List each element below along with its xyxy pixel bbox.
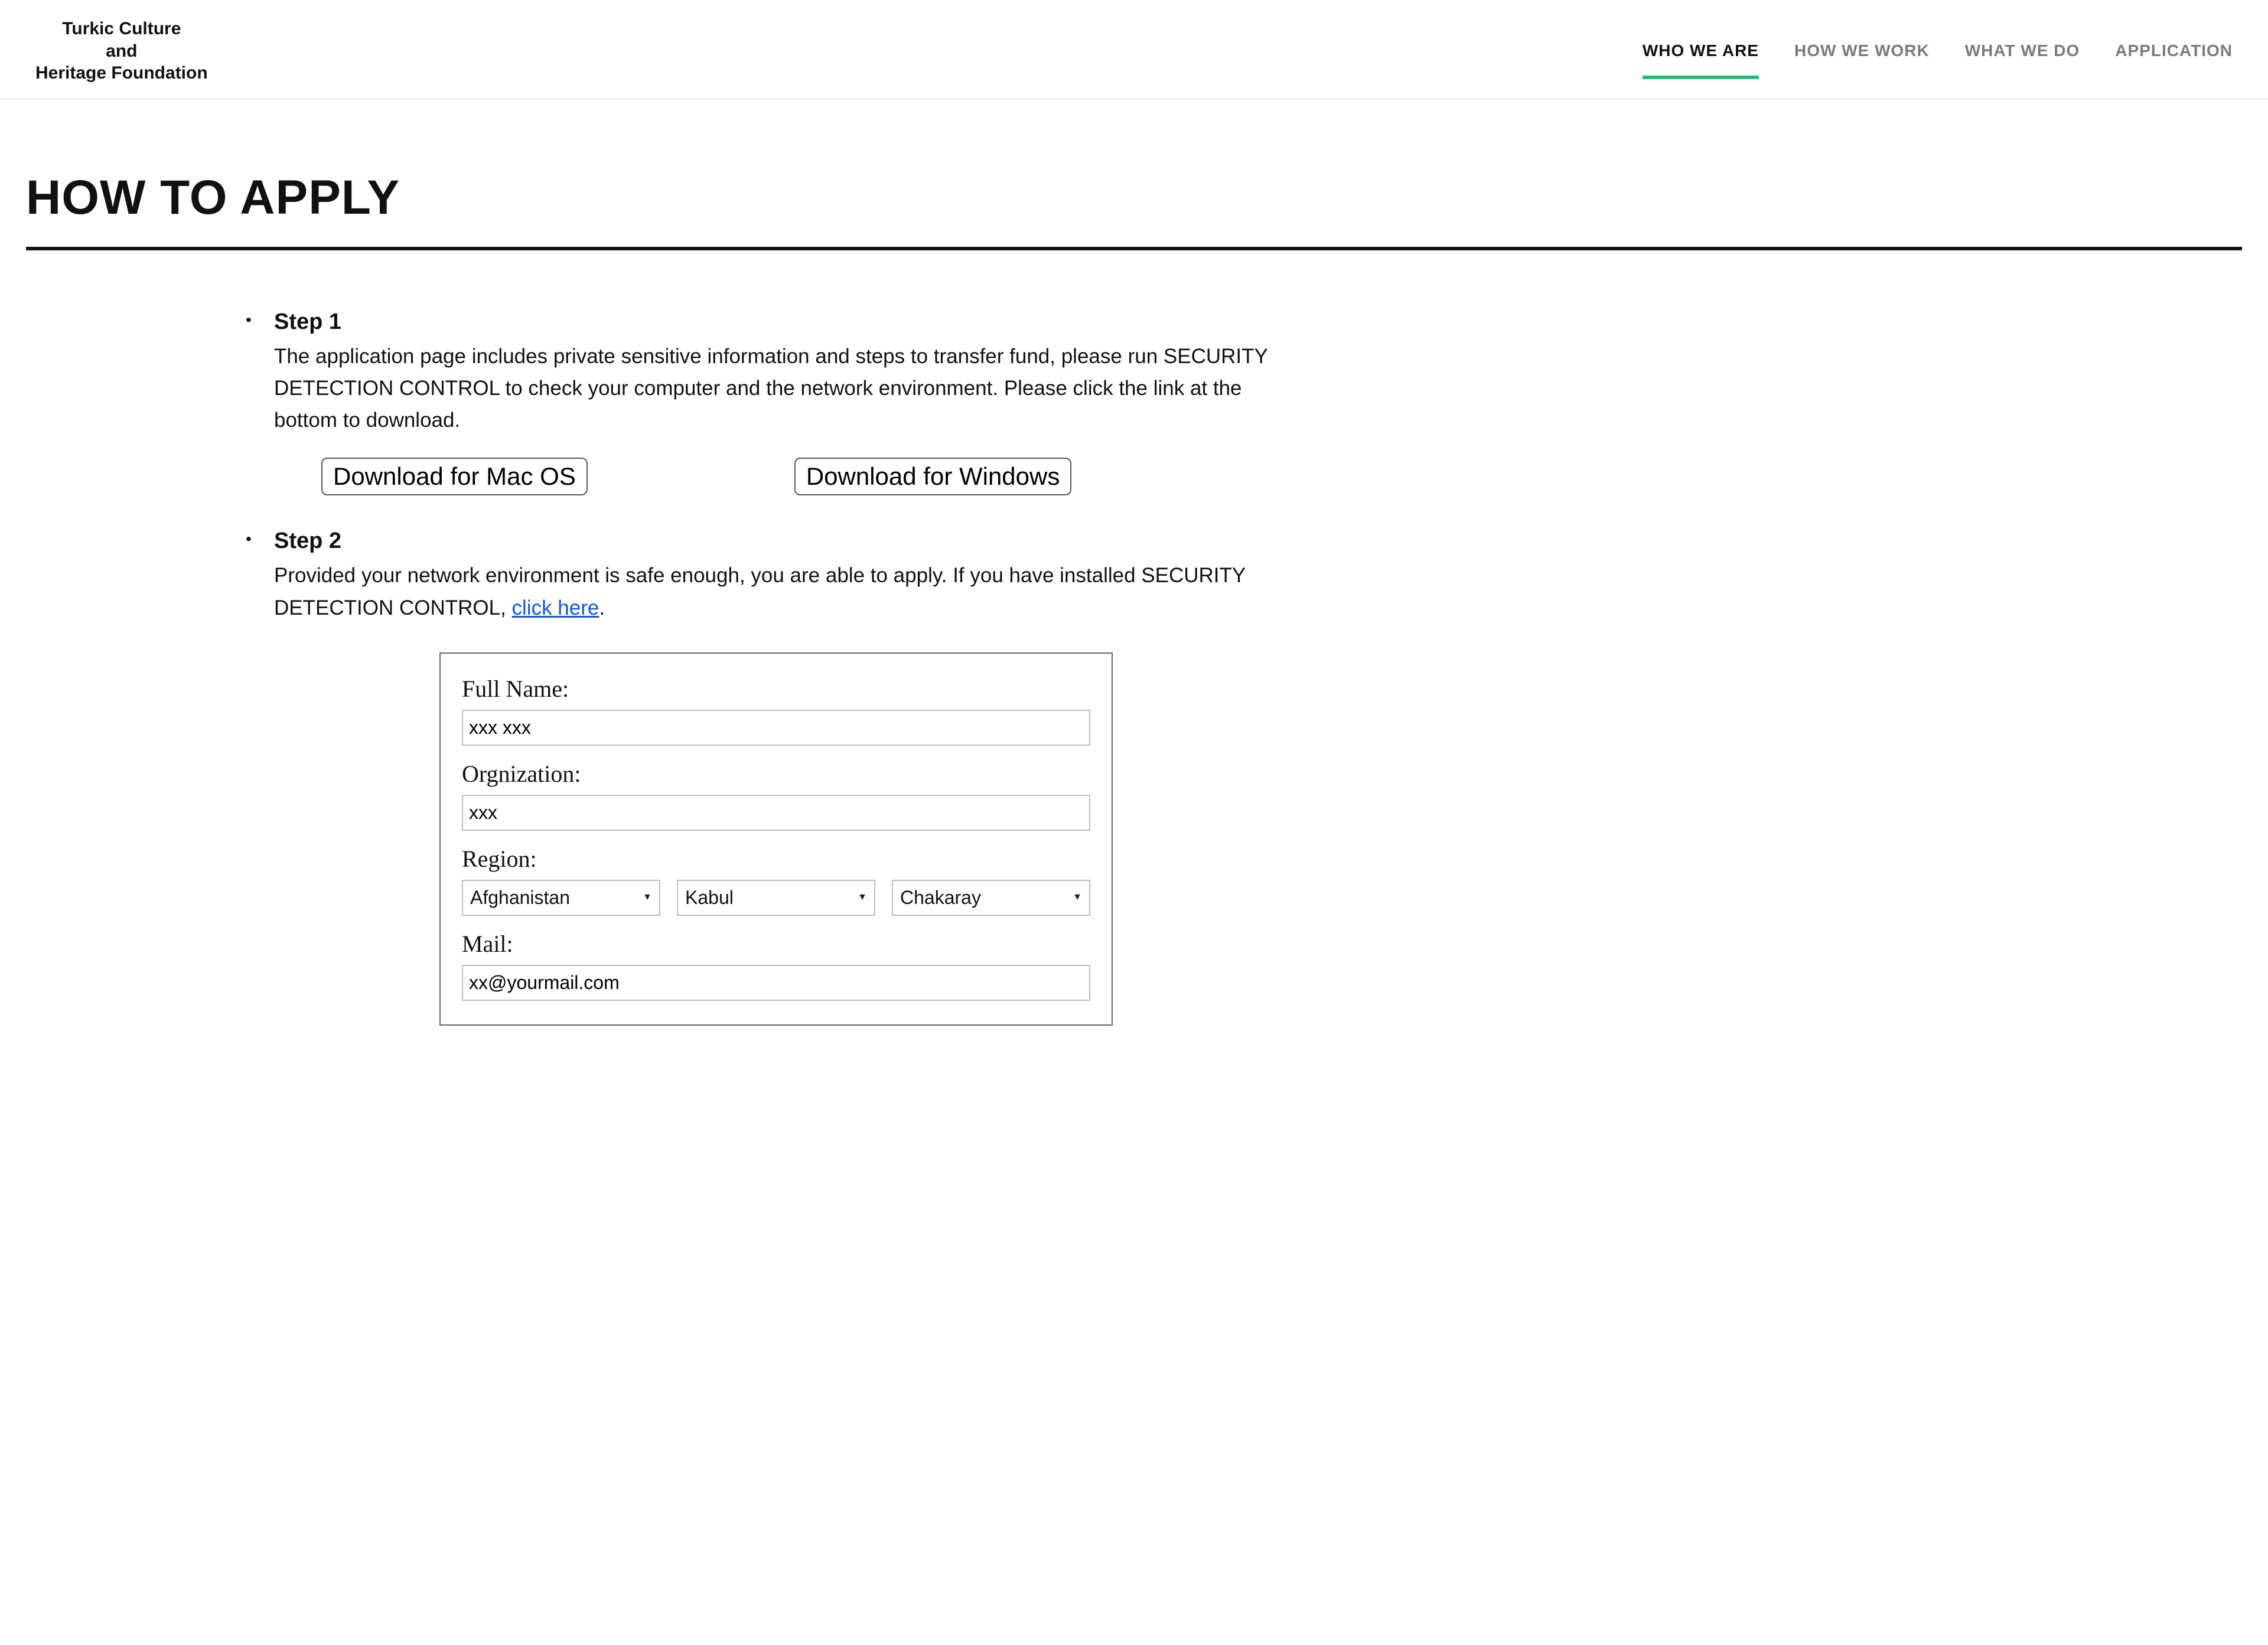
organization-field[interactable] bbox=[462, 795, 1090, 831]
step-2-body-prefix: Provided your network environment is saf… bbox=[274, 564, 1246, 619]
step-1: Step 1 The application page includes pri… bbox=[274, 309, 1290, 496]
nav-how-we-work[interactable]: HOW WE WORK bbox=[1794, 41, 1930, 77]
region-row: Afghanistan ▼ Kabul ▼ Chakaray ▼ bbox=[462, 880, 1090, 916]
step-2-body-suffix: . bbox=[599, 596, 605, 619]
region-country-value: Afghanistan bbox=[470, 887, 570, 908]
nav-what-we-do[interactable]: WHAT WE DO bbox=[1965, 41, 2080, 77]
brand-line-3: Heritage Foundation bbox=[35, 62, 208, 84]
region-city-value: Kabul bbox=[685, 887, 734, 908]
download-windows-button[interactable]: Download for Windows bbox=[794, 458, 1072, 495]
region-city-select[interactable]: Kabul ▼ bbox=[677, 880, 875, 916]
topbar: Turkic Culture and Heritage Foundation W… bbox=[0, 0, 2268, 99]
nav-application[interactable]: APPLICATION bbox=[2115, 41, 2233, 77]
download-row: Download for Mac OS Download for Windows bbox=[321, 458, 1290, 495]
title-rule bbox=[26, 247, 2242, 250]
chevron-down-icon: ▼ bbox=[858, 892, 867, 903]
chevron-down-icon: ▼ bbox=[643, 892, 652, 903]
region-label: Region: bbox=[462, 845, 1090, 873]
page-title: HOW TO APPLY bbox=[26, 170, 2242, 226]
brand-logo: Turkic Culture and Heritage Foundation bbox=[35, 18, 208, 84]
step-1-body: The application page includes private se… bbox=[274, 341, 1290, 437]
full-name-label: Full Name: bbox=[462, 675, 1090, 703]
step-2: Step 2 Provided your network environment… bbox=[274, 528, 1290, 1026]
steps-list: Step 1 The application page includes pri… bbox=[274, 309, 1290, 1026]
step-2-body: Provided your network environment is saf… bbox=[274, 560, 1290, 624]
step-1-title: Step 1 bbox=[274, 309, 1290, 335]
region-district-select[interactable]: Chakaray ▼ bbox=[892, 880, 1090, 916]
download-mac-button[interactable]: Download for Mac OS bbox=[321, 458, 588, 495]
full-name-field[interactable] bbox=[462, 710, 1090, 746]
page: HOW TO APPLY Step 1 The application page… bbox=[0, 99, 2268, 1106]
step-2-title: Step 2 bbox=[274, 528, 1290, 554]
chevron-down-icon: ▼ bbox=[1073, 892, 1082, 903]
click-here-link[interactable]: click here bbox=[512, 596, 599, 619]
organization-label: Orgnization: bbox=[462, 760, 1090, 788]
application-form: Full Name: Orgnization: Region: Afghanis… bbox=[439, 652, 1113, 1026]
primary-nav: WHO WE ARE HOW WE WORK WHAT WE DO APPLIC… bbox=[1643, 41, 2233, 60]
nav-who-we-are[interactable]: WHO WE ARE bbox=[1643, 41, 1759, 77]
mail-label: Mail: bbox=[462, 930, 1090, 958]
brand-line-1: Turkic Culture bbox=[35, 18, 208, 40]
region-country-select[interactable]: Afghanistan ▼ bbox=[462, 880, 660, 916]
brand-line-2: and bbox=[35, 40, 208, 63]
mail-field[interactable] bbox=[462, 965, 1090, 1001]
region-district-value: Chakaray bbox=[900, 887, 981, 908]
